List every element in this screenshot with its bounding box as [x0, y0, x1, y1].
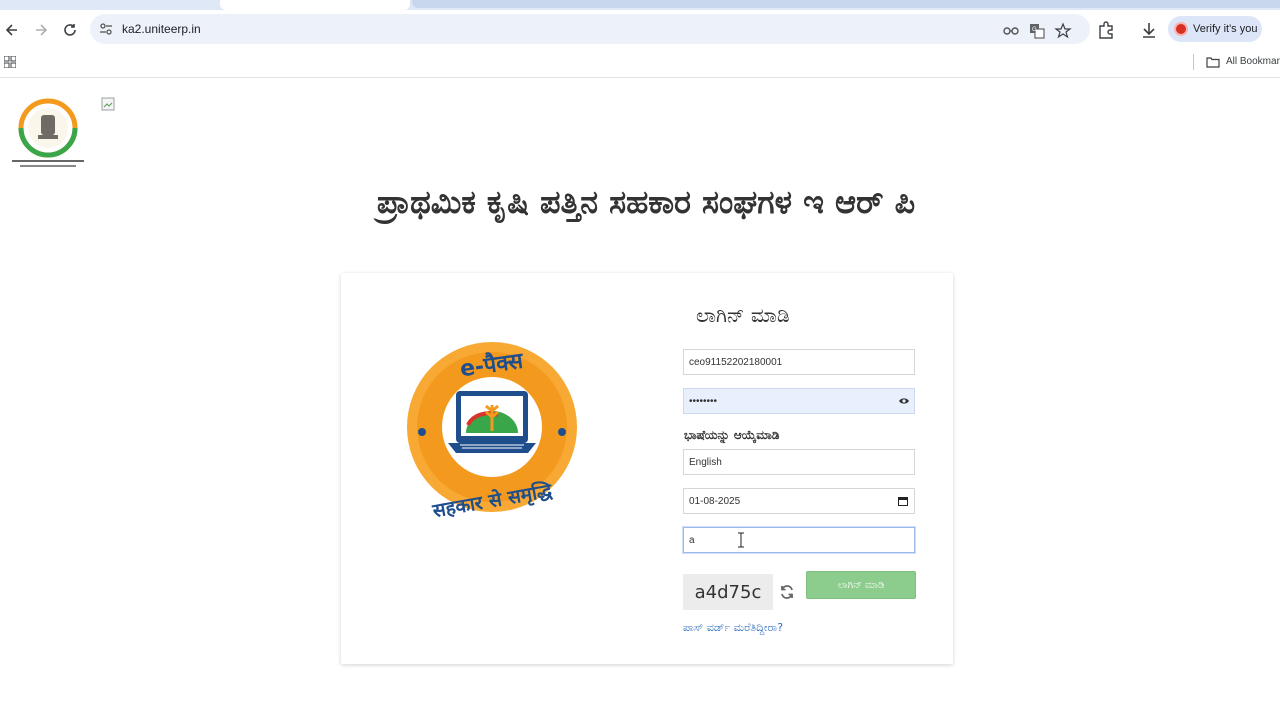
username-input[interactable]: ceo91152202180001 — [683, 349, 915, 375]
url-text[interactable]: ka2.uniteerp.in — [122, 22, 201, 36]
download-icon[interactable] — [1139, 20, 1159, 40]
inactive-tab[interactable] — [412, 0, 1280, 8]
browser-toolbar: ka2.uniteerp.in G Verify it's you — [0, 10, 1280, 50]
broken-image-icon — [101, 97, 115, 111]
site-info-icon[interactable] — [98, 21, 114, 37]
tab-strip — [0, 0, 1280, 10]
captcha-input[interactable]: a — [683, 527, 915, 553]
epacs-logo: e-पैक्स सहकार से समृद्धि — [407, 342, 577, 523]
reload-icon[interactable] — [58, 18, 82, 42]
username-value: ceo91152202180001 — [689, 356, 783, 368]
ministry-emblem-logo — [12, 98, 84, 167]
show-password-eye-icon[interactable] — [898, 395, 910, 407]
login-card: e-पैक्स सहकार से समृद्धि ಲಾಗಿನ್ ಮಾಡಿ ceo… — [341, 273, 953, 664]
refresh-captcha-icon[interactable] — [779, 584, 795, 600]
password-input[interactable]: •••••••• — [683, 388, 915, 414]
language-select[interactable]: English — [683, 449, 915, 475]
captcha-text: a4d75c — [694, 581, 762, 603]
language-label: ಭಾಷೆಯನ್ನು ಆಯ್ಕೆಮಾಡಿ — [684, 428, 780, 442]
password-key-icon[interactable] — [1002, 22, 1020, 40]
all-bookmarks-link[interactable]: All Bookmar — [1226, 56, 1280, 67]
forward-icon[interactable] — [29, 18, 53, 42]
folder-icon[interactable] — [1206, 55, 1220, 69]
login-button[interactable]: ಲಾಗಿನ್ ಮಾಡಿ — [806, 571, 916, 599]
calendar-icon[interactable] — [898, 496, 908, 506]
date-input[interactable]: 01-08-2025 — [683, 488, 915, 514]
password-value: •••••••• — [689, 395, 718, 407]
captcha-input-value: a — [689, 534, 695, 546]
profile-avatar-icon — [1174, 22, 1188, 36]
extensions-icon[interactable] — [1096, 20, 1116, 40]
bookmarks-bar: All Bookmar — [0, 50, 1280, 78]
bookmarks-divider — [1193, 54, 1194, 70]
translate-icon[interactable]: G — [1028, 22, 1046, 40]
page-title: ಪ್ರಾಥಮಿಕ ಕೃಷಿ ಪತ್ತಿನ ಸಹಕಾರ ಸಂಘಗಳ ಇ ಆರ್ ಪ… — [376, 183, 916, 221]
address-bar[interactable]: ka2.uniteerp.in G — [90, 14, 1090, 44]
login-heading: ಲಾಗಿನ್ ಮಾಡಿ — [696, 303, 790, 327]
date-value: 01-08-2025 — [689, 495, 741, 507]
captcha-image: a4d75c — [683, 574, 773, 610]
text-cursor-icon — [738, 532, 744, 548]
language-selected-value: English — [689, 456, 722, 468]
profile-verify-label: Verify it's you — [1193, 23, 1258, 35]
active-tab[interactable] — [220, 0, 410, 10]
bookmark-star-icon[interactable] — [1054, 22, 1072, 40]
apps-grid-icon[interactable] — [4, 56, 16, 68]
forgot-password-link[interactable]: ಪಾಸ್ ವರ್ಡ್ ಮರೆತಿದ್ದೀರಾ? — [683, 621, 783, 635]
back-icon[interactable] — [0, 18, 24, 42]
svg-text:G: G — [1032, 27, 1037, 33]
profile-verify-button[interactable]: Verify it's you — [1168, 16, 1262, 42]
